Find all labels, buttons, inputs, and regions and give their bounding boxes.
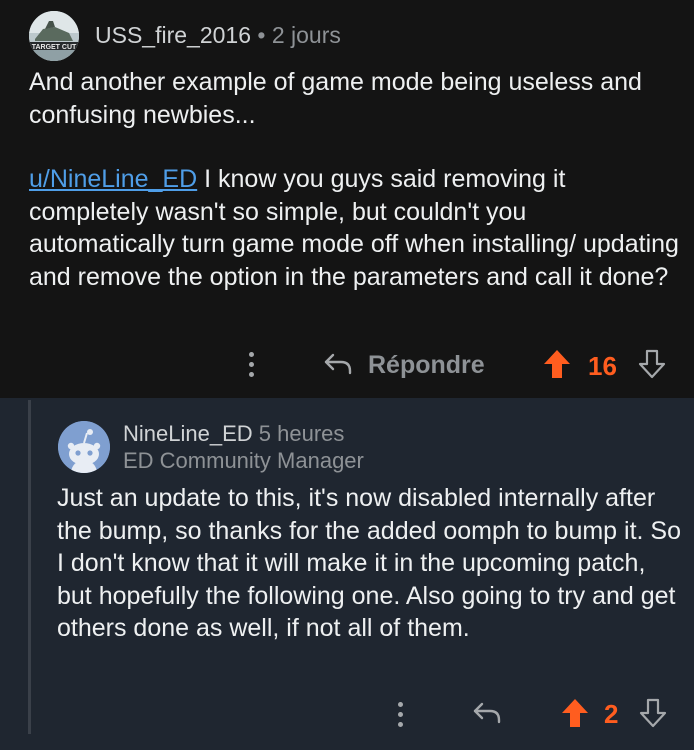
- downvote-arrow-icon[interactable]: [637, 348, 667, 380]
- user-mention-link[interactable]: u/NineLine_ED: [29, 165, 197, 193]
- reply-button[interactable]: Répondre: [368, 351, 485, 380]
- more-vertical-icon[interactable]: [248, 352, 254, 377]
- timestamp: 2 jours: [271, 22, 341, 48]
- reply-arrow-icon[interactable]: [472, 700, 502, 726]
- user-flair: ED Community Manager: [123, 448, 364, 473]
- thread-line[interactable]: [28, 400, 31, 734]
- vote-score: 16: [588, 351, 617, 381]
- upvote-arrow-icon[interactable]: [560, 697, 590, 729]
- timestamp: 5 heures: [258, 421, 345, 446]
- username[interactable]: NineLine_ED: [123, 421, 253, 446]
- separator-dot: •: [257, 22, 266, 48]
- comment-parent: TARGET CUT USS_fire_2016 • 2 jours And a…: [0, 0, 694, 398]
- downvote-arrow-icon[interactable]: [638, 697, 668, 729]
- comment-body: Just an update to this, it's now disable…: [57, 482, 682, 645]
- comment-paragraph: u/NineLine_ED I know you guys said remov…: [29, 163, 679, 293]
- avatar-image: TARGET CUT: [29, 11, 79, 61]
- user-avatar[interactable]: [58, 421, 110, 473]
- vote-score: 2: [604, 699, 619, 729]
- comment-actions: Répondre 16: [0, 342, 694, 390]
- comment-header: USS_fire_2016 • 2 jours: [95, 21, 341, 49]
- comment-header: NineLine_ED 5 heures: [123, 419, 344, 448]
- comment-reply: NineLine_ED 5 heures ED Community Manage…: [0, 398, 694, 750]
- comment-paragraph: Just an update to this, it's now disable…: [57, 484, 681, 642]
- avatar-text: TARGET CUT: [32, 44, 77, 51]
- snoo-avatar-icon: [58, 421, 110, 473]
- upvote-arrow-icon[interactable]: [542, 348, 572, 380]
- user-avatar[interactable]: TARGET CUT: [29, 11, 79, 61]
- more-vertical-icon[interactable]: [397, 702, 403, 727]
- reply-arrow-icon[interactable]: [323, 351, 353, 377]
- username[interactable]: USS_fire_2016: [95, 22, 251, 48]
- comment-paragraph: And another example of game mode being u…: [29, 68, 642, 129]
- comment-body: And another example of game mode being u…: [29, 66, 679, 293]
